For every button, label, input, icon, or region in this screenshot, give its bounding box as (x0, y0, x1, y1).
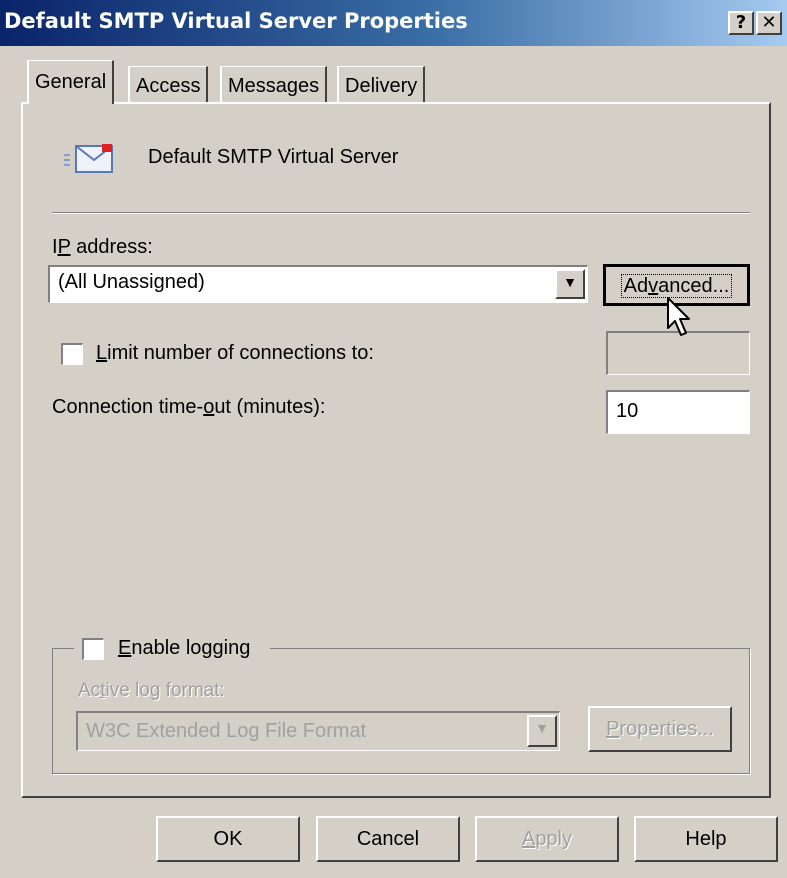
tab-delivery[interactable]: Delivery (337, 66, 426, 104)
mail-envelope-icon (58, 140, 118, 176)
cancel-button[interactable]: Cancel (316, 816, 460, 862)
connection-timeout-label: Connection time-out (minutes): (52, 396, 326, 418)
dropdown-arrow-button[interactable]: ▼ (527, 715, 557, 747)
apply-label: Apply (521, 828, 573, 850)
properties-button[interactable]: Properties... (588, 706, 732, 752)
log-format-dropdown[interactable]: W3C Extended Log File Format ▼ (76, 711, 560, 751)
tab-messages[interactable]: Messages (220, 66, 328, 104)
chevron-down-icon: ▼ (563, 274, 577, 290)
limit-connections-label: Limit number of connections to: (96, 342, 374, 364)
enable-logging-checkbox[interactable] (82, 638, 104, 660)
tab-label: General (35, 71, 107, 93)
tab-label: Messages (228, 75, 320, 97)
enable-logging-label: Enable logging (118, 637, 251, 659)
cancel-label: Cancel (356, 828, 420, 850)
connection-timeout-input[interactable]: 10 (606, 390, 750, 434)
properties-label: Properties... (606, 718, 714, 740)
window-title: Default SMTP Virtual Server Properties (4, 9, 468, 33)
chevron-down-icon: ▼ (535, 720, 549, 736)
active-log-format-label: Active log format: (78, 680, 225, 701)
help-dialog-button[interactable]: Help (634, 816, 778, 862)
logging-group-header: Enable logging (74, 634, 270, 662)
ok-label: OK (213, 828, 243, 850)
dropdown-arrow-button[interactable]: ▼ (555, 269, 585, 299)
tab-access[interactable]: Access (128, 66, 209, 104)
ok-button[interactable]: OK (156, 816, 300, 862)
help-label: Help (685, 828, 727, 850)
log-format-value: W3C Extended Log File Format (86, 720, 367, 742)
close-icon: ✕ (761, 12, 777, 33)
ip-address-dropdown[interactable]: (All Unassigned) ▼ (48, 265, 588, 303)
advanced-label: Advanced... (620, 274, 733, 298)
title-bar: Default SMTP Virtual Server Properties ?… (0, 0, 787, 46)
server-name: Default SMTP Virtual Server (148, 146, 399, 168)
ip-address-label: IP address: (52, 236, 153, 258)
help-button[interactable]: ? (728, 11, 754, 35)
ip-address-value: (All Unassigned) (58, 271, 205, 293)
tab-label: Delivery (345, 75, 418, 97)
apply-button[interactable]: Apply (475, 816, 619, 862)
tab-label: Access (136, 75, 201, 97)
mouse-cursor-icon (666, 296, 692, 344)
separator (52, 212, 750, 214)
close-button[interactable]: ✕ (756, 11, 782, 35)
limit-connections-checkbox[interactable] (61, 343, 83, 365)
tab-general[interactable]: General (27, 60, 115, 104)
